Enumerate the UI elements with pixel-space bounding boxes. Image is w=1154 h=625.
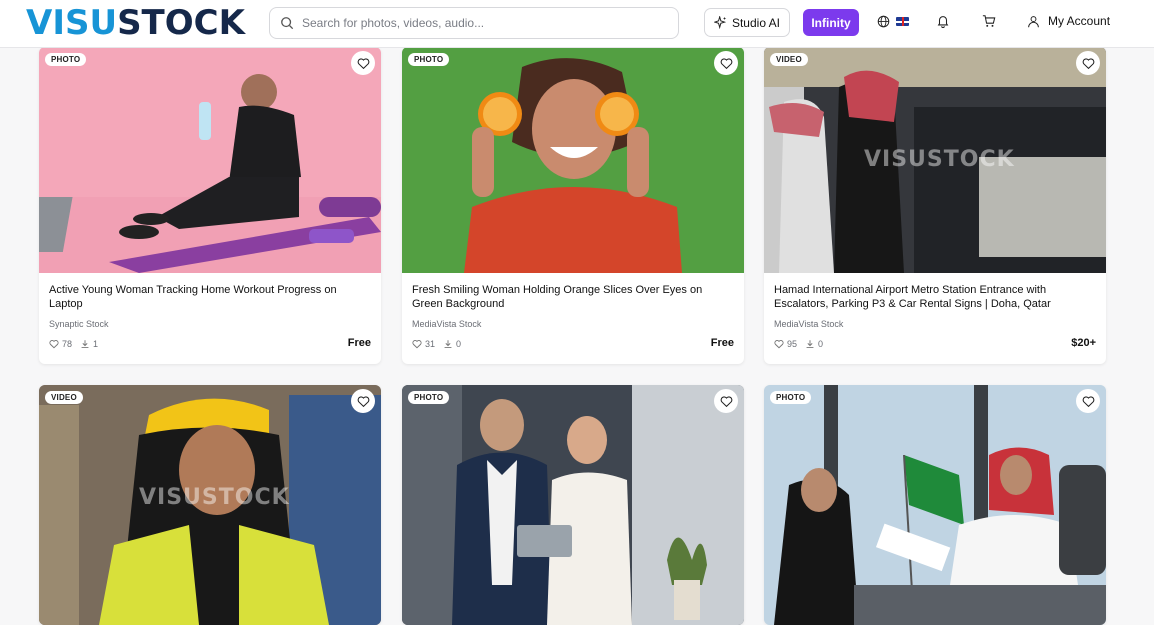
heart-icon (357, 395, 369, 407)
sparkle-icon (713, 16, 727, 29)
asset-info: Hamad International Airport Metro Statio… (764, 273, 1106, 363)
downloads-stat: 0 (443, 339, 461, 349)
heart-icon (49, 340, 59, 349)
favorite-button[interactable] (714, 389, 738, 413)
downloads-count: 1 (93, 339, 99, 349)
language-selector[interactable] (877, 15, 909, 28)
notifications-button[interactable] (936, 14, 950, 33)
asset-title[interactable]: Active Young Woman Tracking Home Workout… (49, 283, 371, 311)
cart-button[interactable] (982, 14, 996, 33)
favorite-button[interactable] (714, 51, 738, 75)
asset-title[interactable]: Hamad International Airport Metro Statio… (774, 283, 1096, 311)
media-type-badge: PHOTO (770, 391, 812, 404)
infinity-button[interactable]: Infinity (803, 9, 859, 36)
asset-price: Free (347, 337, 371, 349)
my-account-label: My Account (1048, 14, 1111, 28)
heart-icon (1082, 395, 1094, 407)
heart-icon (1082, 57, 1094, 69)
bell-icon (937, 16, 949, 29)
search-input[interactable] (302, 16, 662, 30)
studio-ai-label: Studio AI (731, 15, 781, 30)
likes-count: 78 (62, 339, 73, 349)
media-type-badge: VIDEO (45, 391, 83, 404)
asset-card[interactable]: PHOTO Active Young Woman Tracking Home W… (39, 47, 381, 364)
media-type-badge: PHOTO (45, 53, 87, 66)
asset-source[interactable]: Synaptic Stock (49, 319, 109, 329)
likes-stat: 95 (774, 339, 797, 349)
watermark: VISUSTOCK (139, 485, 290, 510)
likes-stat: 31 (412, 339, 435, 349)
asset-stats: 31 0 (412, 339, 461, 349)
asset-card[interactable]: PHOTO (402, 385, 744, 625)
media-type-badge: VIDEO (770, 53, 808, 66)
visustock-logo[interactable]: VISUSTOCK (26, 5, 245, 41)
asset-info: Active Young Woman Tracking Home Workout… (39, 273, 381, 363)
asset-info: Fresh Smiling Woman Holding Orange Slice… (402, 273, 744, 363)
likes-stat: 78 (49, 339, 72, 349)
favorite-button[interactable] (1076, 389, 1100, 413)
download-icon (81, 340, 89, 348)
asset-card[interactable]: PHOTO (764, 385, 1106, 625)
media-type-badge: PHOTO (408, 391, 450, 404)
asset-card[interactable]: PHOTO Fresh Smiling Woman Holding Orange… (402, 47, 744, 364)
likes-count: 31 (425, 339, 436, 349)
downloads-stat: 1 (80, 339, 98, 349)
heart-icon (720, 57, 732, 69)
asset-source[interactable]: MediaVista Stock (774, 319, 843, 329)
favorite-button[interactable] (351, 389, 375, 413)
asset-title[interactable]: Fresh Smiling Woman Holding Orange Slice… (412, 283, 734, 311)
asset-thumbnail[interactable]: PHOTO (402, 385, 744, 625)
asset-thumbnail[interactable]: VISUSTOCK VIDEO (39, 385, 381, 625)
my-account-button[interactable]: My Account (1027, 14, 1110, 28)
asset-source[interactable]: MediaVista Stock (412, 319, 481, 329)
media-type-badge: PHOTO (408, 53, 450, 66)
heart-icon (357, 57, 369, 69)
saudi-business-meeting-image (764, 385, 1106, 625)
downloads-count: 0 (456, 339, 462, 349)
favorite-button[interactable] (1076, 51, 1100, 75)
likes-count: 95 (787, 339, 798, 349)
business-meeting-image (402, 385, 744, 625)
logo-part-stock: STOCK (117, 3, 245, 43)
asset-price: $20+ (1071, 337, 1096, 349)
user-icon (1028, 15, 1039, 27)
globe-icon (877, 15, 890, 28)
asset-stats: 78 1 (49, 339, 98, 349)
asset-stats: 95 0 (774, 339, 823, 349)
cart-icon (982, 15, 996, 27)
asset-thumbnail[interactable]: PHOTO (764, 385, 1106, 625)
logo-part-visu: VISU (26, 3, 118, 43)
asset-price: Free (710, 337, 734, 349)
downloads-count: 0 (818, 339, 824, 349)
asset-thumbnail[interactable]: PHOTO (402, 47, 744, 273)
heart-icon (412, 340, 422, 349)
studio-ai-button[interactable]: Studio AI (704, 8, 790, 37)
download-icon (444, 340, 452, 348)
orange-slices-woman-image (402, 47, 744, 273)
favorite-button[interactable] (351, 51, 375, 75)
asset-card[interactable]: VISUSTOCK VIDEO Hamad International Airp… (764, 47, 1106, 364)
search-bar[interactable] (269, 7, 679, 39)
watermark: VISUSTOCK (864, 147, 1015, 172)
asset-card[interactable]: VISUSTOCK VIDEO (39, 385, 381, 625)
downloads-stat: 0 (805, 339, 823, 349)
uk-flag-icon (896, 17, 909, 26)
download-icon (806, 340, 814, 348)
search-icon (281, 17, 294, 30)
heart-icon (720, 395, 732, 407)
asset-thumbnail[interactable]: PHOTO (39, 47, 381, 273)
top-header: VISUSTOCK Studio AI Infinity My Account (0, 0, 1154, 48)
heart-icon (774, 340, 784, 349)
asset-thumbnail[interactable]: VISUSTOCK VIDEO (764, 47, 1106, 273)
workout-woman-image (39, 47, 381, 273)
